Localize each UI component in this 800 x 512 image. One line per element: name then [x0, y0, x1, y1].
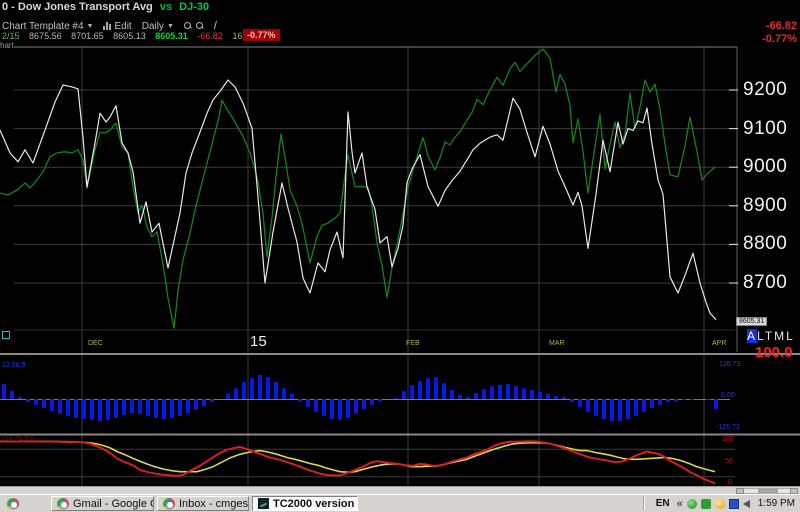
clock: 1:59 PM: [758, 498, 795, 509]
scroll-thumb[interactable]: [758, 489, 778, 493]
hotkey-letter: L: [786, 329, 795, 343]
horizontal-scrollbar[interactable]: [0, 486, 800, 494]
price-axis-label: 8900: [743, 195, 787, 217]
tc2000-window: 0 - Dow Jones Transport Avg vs DJ-30 Cha…: [0, 0, 800, 512]
time-axis-label: APR: [712, 340, 726, 347]
hotkey-letter: L: [757, 329, 765, 343]
chrome-quicklaunch-icon[interactable]: [7, 498, 19, 510]
price-axis-label: 9200: [743, 79, 787, 101]
time-axis-label: FEB: [406, 340, 420, 347]
scroll-handle[interactable]: [2, 331, 10, 339]
tray-app-icon[interactable]: [701, 499, 711, 509]
taskbar: Gmail - Google Chrome Inbox - cmgesquire…: [0, 494, 800, 512]
time-axis-label: MAR: [549, 340, 565, 347]
tray-messenger-icon[interactable]: [715, 499, 725, 509]
price-axis-label: 9100: [743, 118, 787, 140]
macd-axis-label: -126.73: [716, 424, 740, 431]
price-axis-label: 8700: [743, 272, 787, 294]
stoch-axis-label: 100: [722, 436, 734, 443]
macd-axis-label: 0.00: [721, 392, 735, 399]
stoch-scale-top: 100.0: [755, 344, 793, 361]
chrome-icon: [57, 498, 69, 510]
hotkey-letter: T: [765, 329, 774, 343]
time-axis-label: DEC: [88, 340, 103, 347]
taskbar-button-tc2000[interactable]: TC2000 version 7 Gol...: [252, 496, 358, 511]
tray-app-icon[interactable]: [687, 499, 697, 509]
price-axis-label: 9000: [743, 156, 787, 178]
macd-params-label: 12,26,9: [2, 362, 25, 369]
hotkey-letter: A: [747, 329, 757, 343]
stoch-axis-label: 50: [725, 458, 733, 465]
chrome-icon: [163, 498, 175, 510]
hotkey-letters: ALTML: [747, 329, 795, 343]
tray-expand-chevron[interactable]: «: [677, 498, 683, 510]
taskbar-button-label: TC2000 version 7 Gol...: [273, 498, 358, 510]
tc2000-icon: [258, 498, 269, 509]
system-tray: EN « 1:59 PM: [638, 497, 800, 510]
taskbar-button-label: Gmail - Google Chrome: [73, 498, 154, 510]
taskbar-button-inbox[interactable]: Inbox - cmgesquire@g...: [157, 496, 249, 511]
taskbar-button-gmail[interactable]: Gmail - Google Chrome: [51, 496, 154, 511]
last-price-tag: 8605.31: [736, 317, 767, 326]
divider: [643, 497, 644, 510]
speaker-icon[interactable]: [743, 500, 750, 508]
stoch-axis-label: 0: [728, 479, 732, 486]
stoch-params-label: Sto 25,7,7: [2, 436, 34, 443]
taskbar-button-label: Inbox - cmgesquire@g...: [179, 498, 249, 510]
chart-canvas[interactable]: [0, 0, 800, 494]
macd-axis-label: 126.73: [719, 361, 740, 368]
language-indicator[interactable]: EN: [653, 498, 673, 509]
network-icon[interactable]: [729, 499, 739, 509]
time-axis-label: 15: [250, 333, 267, 350]
price-axis-label: 8800: [743, 233, 787, 255]
hotkey-letter: M: [774, 329, 786, 343]
